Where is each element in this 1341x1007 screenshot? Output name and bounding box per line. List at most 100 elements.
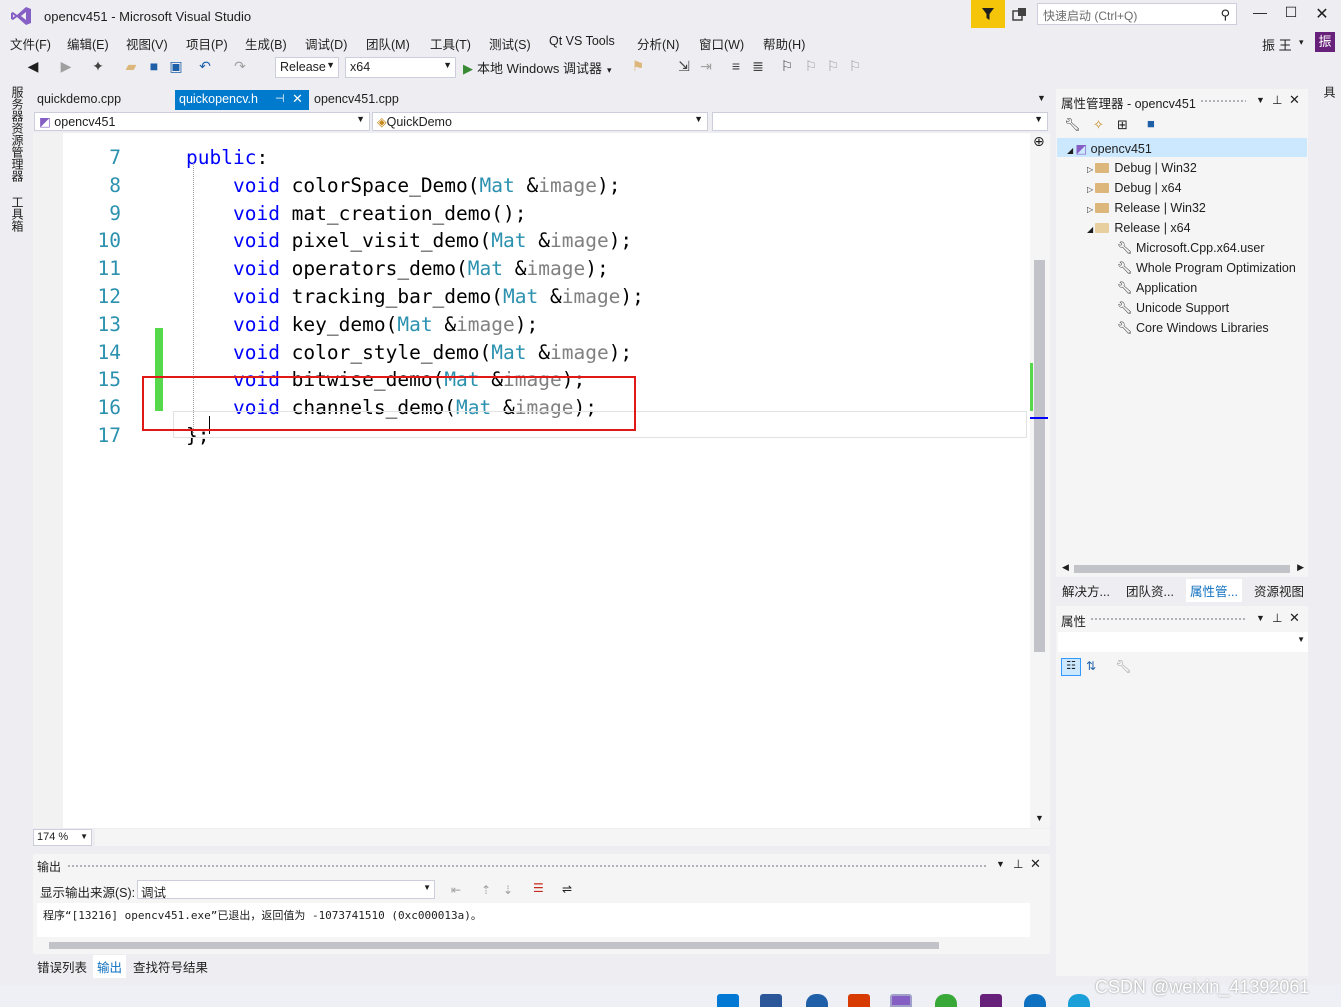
start-icon[interactable] <box>717 994 739 1007</box>
menu-tools[interactable]: 工具(T) <box>430 34 471 53</box>
pin-icon[interactable]: ⊥ <box>1272 611 1282 625</box>
tab-property-manager[interactable]: 属性管... <box>1186 579 1242 602</box>
taskbar-app-icon[interactable] <box>1024 994 1046 1007</box>
close-button[interactable]: ✕ <box>1307 4 1337 24</box>
menu-help[interactable]: 帮助(H) <box>763 34 805 53</box>
menu-edit[interactable]: 编辑(E) <box>67 34 109 53</box>
next-bookmark-icon[interactable]: ⚐ <box>825 58 841 74</box>
platform-select[interactable]: x64 ▼ <box>345 57 456 78</box>
menu-debug[interactable]: 调试(D) <box>305 34 347 53</box>
undo-icon[interactable]: ↶ <box>197 58 213 74</box>
prev-bookmark-icon[interactable]: ⚐ <box>803 58 819 74</box>
panel-menu-icon[interactable]: ▼ <box>1256 613 1265 623</box>
code-line[interactable]: 9 void mat_creation_demo(); <box>33 200 1033 228</box>
uncomment-icon[interactable]: ≣ <box>750 58 766 74</box>
scrollbar-thumb[interactable] <box>1074 565 1290 573</box>
previous-message-icon[interactable]: ⇡ <box>481 883 491 897</box>
tab-resource-view[interactable]: 资源视图 <box>1250 579 1308 602</box>
taskbar-app-icon[interactable] <box>760 994 782 1007</box>
menu-project[interactable]: 项目(P) <box>186 34 228 53</box>
add-existing-sheet-icon[interactable]: ⊞ <box>1117 117 1128 133</box>
output-text[interactable]: 程序“[13216] opencv451.exe”已退出，返回值为 -10737… <box>37 903 1030 937</box>
edge-icon[interactable] <box>1068 994 1090 1007</box>
tab-overflow-icon[interactable]: ▼ <box>1037 93 1046 103</box>
code-line[interactable]: 7 public: <box>33 144 1033 172</box>
bookmark-icon[interactable]: ⚐ <box>779 58 795 74</box>
code-line[interactable]: 13 void key_demo(Mat &image); <box>33 311 1033 339</box>
property-sheet-item[interactable]: 🔧︎ Core Windows Libraries <box>1117 321 1269 336</box>
tab-solution-explorer[interactable]: 解决方... <box>1058 579 1114 602</box>
redo-icon[interactable]: ↷ <box>232 58 248 74</box>
start-debugging-button[interactable]: ▶ 本地 Windows 调试器 ▾ <box>463 58 612 77</box>
notification-filter-button[interactable] <box>971 0 1005 28</box>
find-message-icon[interactable]: ⇤ <box>451 883 461 897</box>
editor-horizontal-scrollbar[interactable] <box>95 829 1050 846</box>
panel-menu-icon[interactable]: ▼ <box>996 859 1005 869</box>
clear-bookmarks-icon[interactable]: ⚐ <box>847 58 863 74</box>
visual-studio-taskbar-icon[interactable] <box>890 994 912 1007</box>
pin-icon[interactable]: ⊥ <box>1013 857 1023 871</box>
user-dropdown-icon[interactable]: ▾ <box>1299 37 1304 48</box>
tree-root-opencv451[interactable]: ◢ ◩ opencv451 <box>1067 141 1152 156</box>
taskbar-app-icon[interactable] <box>848 994 870 1007</box>
user-name[interactable]: 振 王 <box>1262 35 1292 54</box>
output-source-select[interactable]: 调试 ▼ <box>137 880 435 900</box>
find-in-files-icon[interactable]: ⚑ <box>630 58 646 74</box>
tree-item-release-x64[interactable]: ◢ Release | x64 <box>1087 221 1191 235</box>
tree-item-debug-win32[interactable]: ▷ Debug | Win32 <box>1087 161 1197 175</box>
editor-vertical-scrollbar[interactable]: ⊕ ▼ <box>1030 133 1050 828</box>
properties-wrench-icon[interactable]: 🔧︎ <box>1064 117 1081 133</box>
diagnostic-tools-tab[interactable]: 诊断工具 <box>1321 86 1341 98</box>
pin-icon[interactable]: ⊣ <box>275 92 285 105</box>
close-icon[interactable]: ✕ <box>1289 92 1300 108</box>
property-sheet-item[interactable]: 🔧︎ Application <box>1117 281 1197 296</box>
scroll-down-icon[interactable]: ▼ <box>1035 813 1044 823</box>
clear-all-icon[interactable]: ☰ <box>533 881 544 895</box>
panel-menu-icon[interactable]: ▼ <box>1256 95 1265 105</box>
project-select[interactable]: ◩ opencv451 ▼ <box>34 112 370 131</box>
categorized-icon[interactable]: ☷ <box>1061 658 1081 676</box>
step-over-icon[interactable]: ⇥ <box>698 58 714 74</box>
minimize-button[interactable]: — <box>1245 4 1275 24</box>
output-horizontal-scrollbar[interactable] <box>37 939 1030 951</box>
save-icon[interactable]: ■ <box>146 58 162 74</box>
property-sheet-item[interactable]: 🔧︎ Whole Program Optimization <box>1117 261 1296 276</box>
tree-item-release-win32[interactable]: ▷ Release | Win32 <box>1087 201 1206 215</box>
split-icon[interactable]: ⊕ <box>1033 133 1045 150</box>
step-into-icon[interactable]: ⇲ <box>676 58 692 74</box>
scroll-right-icon[interactable]: ▶ <box>1297 562 1304 573</box>
taskbar-app-icon[interactable] <box>806 994 828 1007</box>
code-line[interactable]: 11 void operators_demo(Mat &image); <box>33 255 1033 283</box>
close-icon[interactable]: ✕ <box>1289 610 1300 626</box>
property-sheet-item[interactable]: 🔧︎ Unicode Support <box>1117 301 1229 316</box>
zoom-select[interactable]: 174 % ▼ <box>33 829 92 846</box>
close-icon[interactable]: ✕ <box>292 91 303 107</box>
scope-select[interactable]: ◈QuickDemo ▼ <box>372 112 708 131</box>
menu-test[interactable]: 测试(S) <box>489 34 531 53</box>
avatar[interactable]: 振 <box>1315 32 1335 52</box>
scrollbar-thumb[interactable] <box>49 942 939 949</box>
member-select[interactable]: ▼ <box>712 112 1048 131</box>
code-line[interactable]: 10 void pixel_visit_demo(Mat &image); <box>33 227 1033 255</box>
menu-view[interactable]: 视图(V) <box>126 34 168 53</box>
save-all-icon[interactable]: ▣ <box>168 58 184 74</box>
tab-quickdemo-cpp[interactable]: quickdemo.cpp <box>33 90 125 110</box>
tab-find-symbol-results[interactable]: 查找符号结果 <box>129 955 212 978</box>
configuration-select[interactable]: Release ▼ <box>275 57 339 78</box>
menu-build[interactable]: 生成(B) <box>245 34 287 53</box>
quick-launch-input[interactable]: 快速启动 (Ctrl+Q) ⚲ <box>1037 3 1237 25</box>
tab-opencv451-cpp[interactable]: opencv451.cpp <box>310 90 403 110</box>
tab-team-explorer[interactable]: 团队资... <box>1122 579 1178 602</box>
add-new-sheet-icon[interactable]: ✧ <box>1093 117 1104 133</box>
scroll-left-icon[interactable]: ◀ <box>1062 562 1069 573</box>
tree-item-debug-x64[interactable]: ▷ Debug | x64 <box>1087 181 1182 195</box>
code-line[interactable]: 14 void color_style_demo(Mat &image); <box>33 339 1033 367</box>
menu-file[interactable]: 文件(F) <box>10 34 51 53</box>
code-editor[interactable]: 7 public: 8 void colorSpace_Demo(Mat &imag… <box>33 133 1050 828</box>
maximize-button[interactable]: ☐ <box>1276 4 1306 24</box>
code-line[interactable]: 12 void tracking_bar_demo(Mat &image); <box>33 283 1033 311</box>
menu-qt-vs-tools[interactable]: Qt VS Tools <box>549 34 615 48</box>
code-line[interactable]: 8 void colorSpace_Demo(Mat &image); <box>33 172 1033 200</box>
back-icon[interactable]: ◀ <box>25 58 41 74</box>
save-icon[interactable]: ■ <box>1147 116 1155 131</box>
